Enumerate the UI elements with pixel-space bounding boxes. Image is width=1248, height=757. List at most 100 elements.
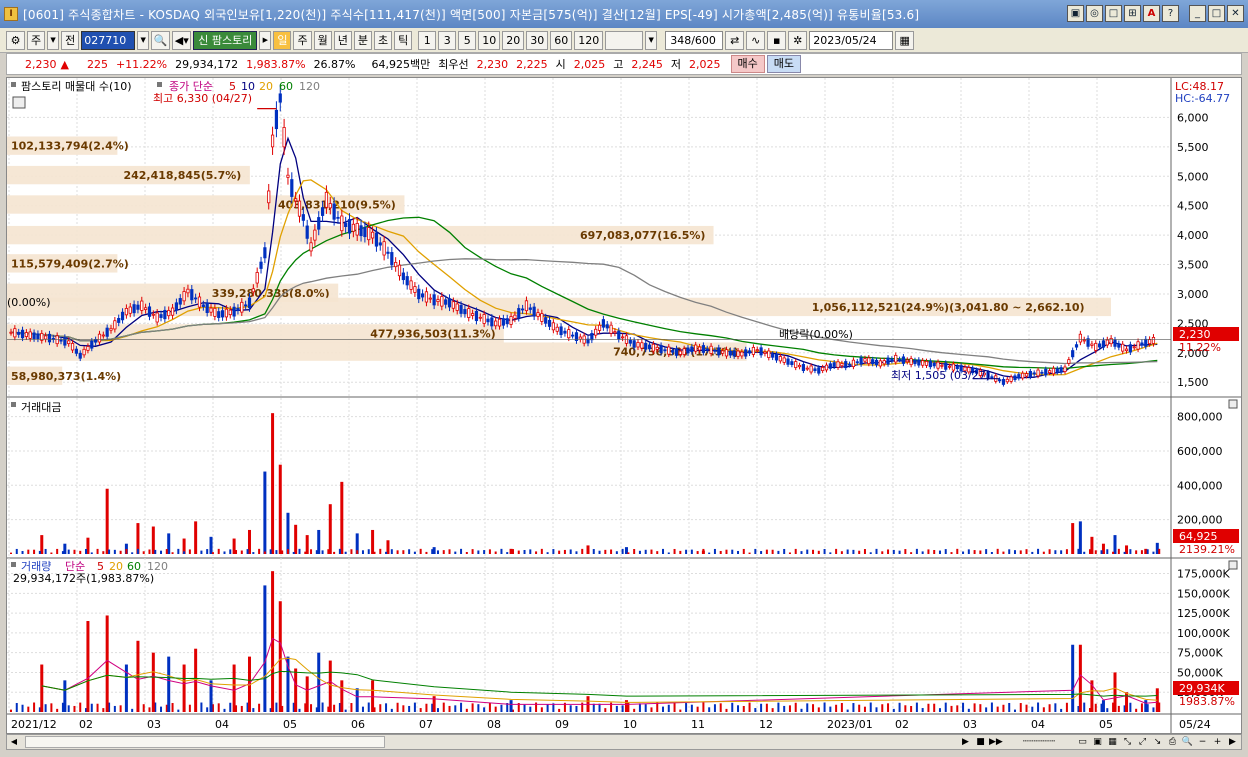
candle-body xyxy=(55,335,59,345)
amount-bar-small xyxy=(298,548,301,554)
tool-chart-icon[interactable]: ∿ xyxy=(746,30,766,50)
chevron-down-icon[interactable]: ▼ xyxy=(47,30,60,50)
interval-button[interactable]: 120 xyxy=(574,30,604,50)
candle-body xyxy=(867,357,871,364)
minimize-button[interactable]: _ xyxy=(1189,5,1206,22)
tool-icon[interactable]: ⤡ xyxy=(1121,736,1134,749)
print-icon[interactable]: ⎙ xyxy=(1166,736,1179,749)
candle-body xyxy=(1078,333,1082,343)
amount-bar-small xyxy=(604,549,607,554)
play-icon[interactable]: ▶ xyxy=(959,736,972,749)
panel-close-icon[interactable] xyxy=(1228,560,1238,570)
code-dropdown-icon[interactable]: ▼ xyxy=(137,30,150,50)
interval-button[interactable]: 10 xyxy=(478,30,501,50)
stock-code-input[interactable]: 027710 xyxy=(81,30,136,50)
volume-bar xyxy=(40,664,44,712)
settings-icon[interactable]: ⚙ xyxy=(6,30,25,50)
data-count-field[interactable]: 348/600 xyxy=(665,30,724,50)
fast-forward-icon[interactable]: ▶▶ xyxy=(989,736,1003,749)
volume-rate: 1,983.87% xyxy=(246,57,306,71)
candle-body xyxy=(1113,339,1117,347)
refresh-icon[interactable]: ◎ xyxy=(1086,5,1103,22)
fit-icon[interactable]: ↘ xyxy=(1151,736,1164,749)
low-price: 2,025 xyxy=(689,57,721,71)
panel-close-icon[interactable] xyxy=(1228,399,1238,409)
period-minute-button[interactable]: 분 xyxy=(353,30,372,50)
volume-profile-label: 477,936,503(11.3%) xyxy=(370,327,495,340)
font-icon[interactable]: A xyxy=(1143,5,1160,22)
calendar-icon[interactable]: ▦ xyxy=(895,30,915,50)
volume-bar-small xyxy=(113,705,116,712)
amount-bar-small xyxy=(263,551,266,554)
amount-bar-small xyxy=(408,549,411,554)
interval-button[interactable]: 1 xyxy=(418,30,437,50)
compare-icon[interactable]: ▣ xyxy=(1091,736,1104,749)
period-day-button[interactable]: 일 xyxy=(273,30,292,50)
copy-window-icon[interactable]: □ xyxy=(1105,5,1122,22)
scroll-thumb[interactable] xyxy=(25,736,385,748)
amount-bar-small xyxy=(1037,548,1040,554)
grid-toggle-icon[interactable] xyxy=(12,96,26,109)
save-icon[interactable]: ▪ xyxy=(767,30,787,50)
zoom-slider[interactable]: ┄┄┄┄┄┄ xyxy=(1004,736,1074,749)
zoom-icon[interactable]: 🔍 xyxy=(1181,736,1194,749)
date-field[interactable]: 2023/05/24 xyxy=(809,30,894,50)
draw-icon[interactable]: ⤢ xyxy=(1136,736,1149,749)
interval-custom-input[interactable] xyxy=(605,30,644,50)
amount-bar-small xyxy=(956,548,959,554)
stock-name-button[interactable]: 신 팜스토리 xyxy=(193,30,258,50)
interval-dropdown-icon[interactable]: ▼ xyxy=(645,30,658,50)
close-button[interactable]: ✕ xyxy=(1227,5,1244,22)
gear-icon[interactable]: ✲ xyxy=(788,30,808,50)
volume-bar-small xyxy=(344,709,347,712)
tool-arrow-icon[interactable]: ⇄ xyxy=(725,30,745,50)
volume-bar-small xyxy=(1117,705,1120,712)
period-week-button[interactable]: 주 xyxy=(293,30,312,50)
chart-area[interactable]: 102,133,794(2.4%) 242,418,845(5.7%) 403,83… xyxy=(6,77,1242,734)
chart-scrollbar[interactable]: ◀ ▶ ■ ▶▶ ┄┄┄┄┄┄ ▭ ▣ ▦ ⤡ ⤢ ↘ ⎙ 🔍 − + ▶ xyxy=(6,734,1242,750)
period-second-button[interactable]: 초 xyxy=(373,30,393,50)
period-year-button[interactable]: 년 xyxy=(333,30,352,50)
volume-tick-label: 100,000K xyxy=(1177,627,1230,640)
zoom-out-icon[interactable]: − xyxy=(1196,736,1209,749)
candle-body xyxy=(1024,373,1029,377)
all-button[interactable]: 전 xyxy=(61,30,80,50)
zoom-in-icon[interactable]: + xyxy=(1211,736,1224,749)
speaker-icon[interactable]: ◀▾ xyxy=(172,30,192,50)
amount-bar-small xyxy=(1054,550,1057,554)
interval-button[interactable]: 30 xyxy=(526,30,549,50)
buy-button[interactable]: 매수 xyxy=(730,55,765,73)
amount-panel-title: 거래대금 xyxy=(21,401,61,414)
candle-body xyxy=(601,319,605,328)
layout-icon[interactable]: ▭ xyxy=(1076,736,1089,749)
maximize-button[interactable]: □ xyxy=(1208,5,1225,22)
name-arrow-icon[interactable]: ▶ xyxy=(259,30,272,50)
stock-chart[interactable]: 102,133,794(2.4%)242,418,845(5.7%)403,83… xyxy=(7,78,1241,733)
candle-body xyxy=(578,336,582,340)
interval-button[interactable]: 60 xyxy=(550,30,573,50)
candle-body xyxy=(267,190,271,204)
candle-body xyxy=(340,215,344,232)
sell-button[interactable]: 매도 xyxy=(766,55,801,73)
search-icon[interactable]: 🔍 xyxy=(151,30,171,50)
interval-button[interactable]: 20 xyxy=(502,30,525,50)
help-icon[interactable]: ? xyxy=(1162,5,1179,22)
open-price: 2,025 xyxy=(573,57,606,71)
amount-bar-small xyxy=(350,549,353,554)
scroll-right-icon[interactable]: ▶ xyxy=(1226,736,1239,749)
volume-bar-small xyxy=(390,708,393,712)
interval-button[interactable]: 3 xyxy=(438,30,457,50)
amount-bar-small xyxy=(465,552,468,554)
interval-button[interactable]: 5 xyxy=(458,30,477,50)
scroll-left-icon[interactable]: ◀ xyxy=(7,735,21,749)
period-tick-button[interactable]: 틱 xyxy=(394,30,413,50)
grid-icon[interactable]: ▦ xyxy=(1106,736,1119,749)
candle-body xyxy=(640,342,644,349)
stop-icon[interactable]: ■ xyxy=(974,736,987,749)
type-select[interactable]: 주 xyxy=(27,30,46,50)
amount-tick-label: 600,000 xyxy=(1177,445,1223,458)
amount-bar-small xyxy=(938,550,941,554)
layout-icon[interactable]: ⊞ xyxy=(1124,5,1141,22)
link-icon[interactable]: ▣ xyxy=(1067,5,1084,22)
period-month-button[interactable]: 월 xyxy=(313,30,332,50)
